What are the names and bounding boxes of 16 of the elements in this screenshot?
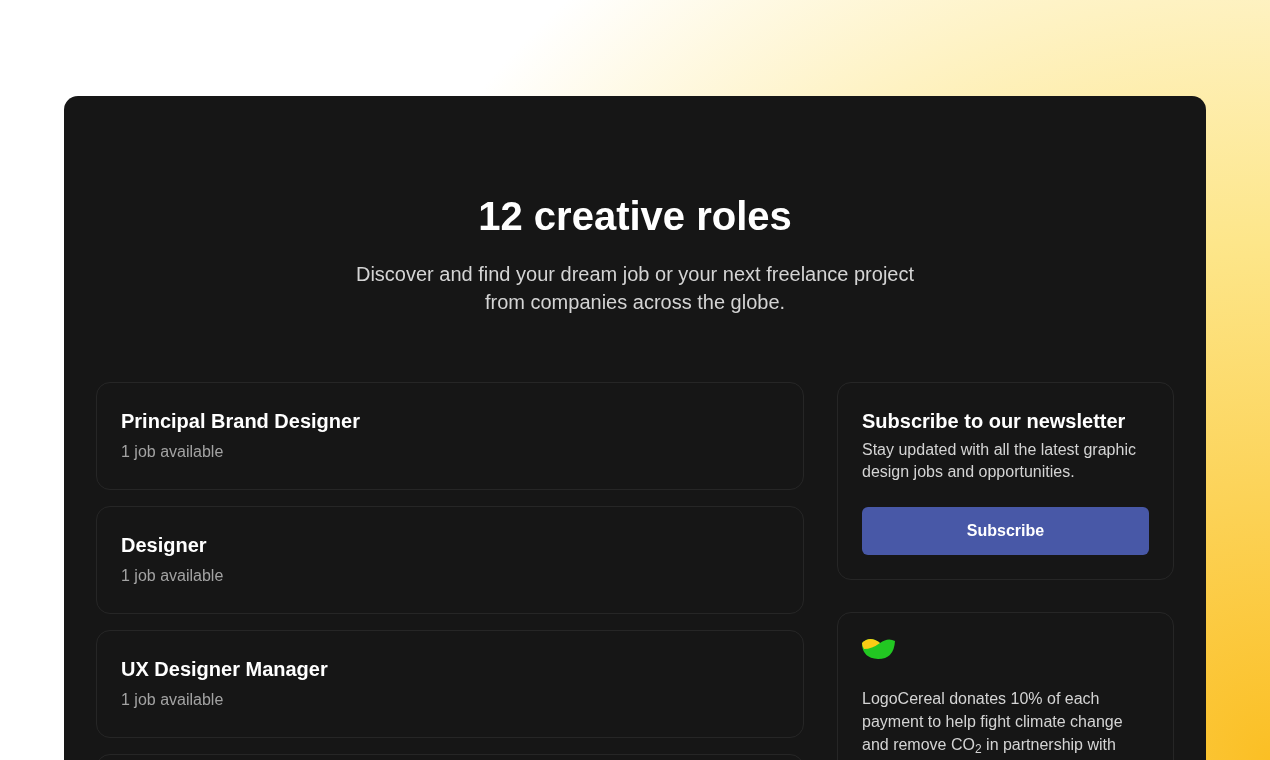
role-card[interactable]: Principal Brand Designer 1 job available — [96, 382, 804, 490]
job-count: 1 job available — [121, 566, 225, 586]
job-count: 1 job available — [121, 690, 225, 710]
role-card[interactable]: UX Designer Manager 1 job available — [96, 630, 804, 738]
page-heading: 12 creative roles — [477, 193, 793, 240]
page-subtitle: Discover and find your dream job or your next freelance project from companies across the globe. — [354, 262, 916, 315]
newsletter-title: Subscribe to our newsletter — [862, 409, 1127, 434]
role-card[interactable]: Designer 1 job available — [96, 506, 804, 614]
newsletter-text: Stay updated with all the latest graphic design jobs and opportunities. — [862, 440, 1137, 482]
role-title: UX Designer Manager — [121, 657, 329, 682]
subscribe-button[interactable]: Subscribe — [862, 507, 1149, 555]
role-title: Designer — [121, 533, 208, 558]
leaf-logo-icon — [862, 637, 895, 659]
job-count: 1 job available — [121, 442, 225, 462]
role-title: Principal Brand Designer — [121, 409, 361, 434]
donation-text: LogoCereal donates 10% of each payment to help fight climate change and remove CO$_{2}$ in partnership with — [862, 689, 1124, 756]
